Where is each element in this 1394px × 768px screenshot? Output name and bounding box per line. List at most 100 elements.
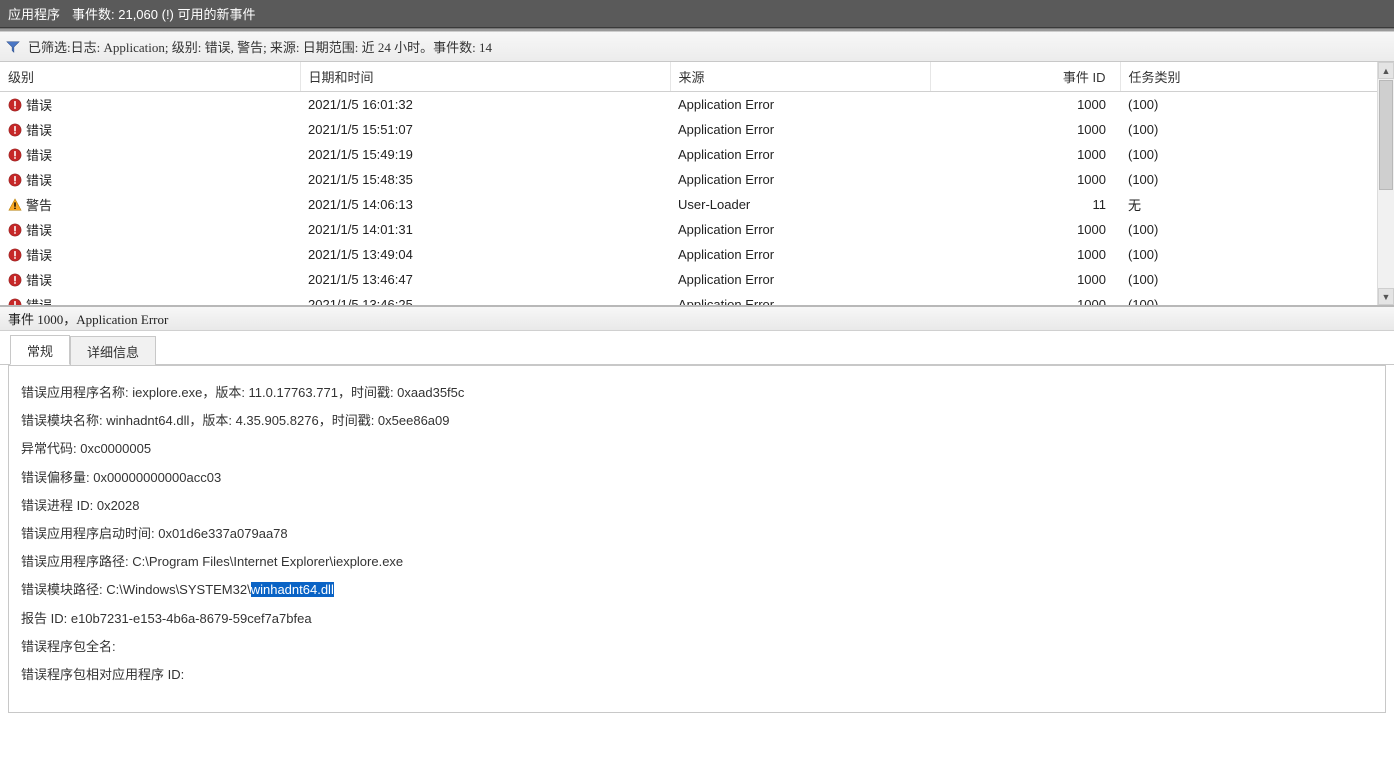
error-icon: [8, 147, 22, 163]
event-level: 错误: [26, 145, 52, 164]
col-header-category[interactable]: 任务类别: [1120, 62, 1394, 92]
event-date: 2021/1/5 13:49:04: [308, 247, 413, 262]
events-table-wrapper: 级别 日期和时间 来源 事件 ID 任务类别 错误 2021/1/5 16:01:…: [0, 62, 1394, 307]
error-icon: [8, 222, 22, 238]
error-icon: [8, 272, 22, 288]
event-category: (100): [1128, 272, 1158, 287]
event-source: Application Error: [678, 222, 774, 237]
filter-bar: 已筛选:日志: Application; 级别: 错误, 警告; 来源: 日期范…: [0, 32, 1394, 62]
events-scrollbar[interactable]: ▲ ▼: [1377, 62, 1394, 305]
event-date: 2021/1/5 15:49:19: [308, 147, 413, 162]
detail-line: 错误模块名称: winhadnt64.dll，版本: 4.35.905.8276…: [21, 412, 1373, 430]
table-row[interactable]: 错误 2021/1/5 13:46:47 Application Error 1000…: [0, 267, 1394, 292]
event-id: 11: [1093, 197, 1107, 212]
event-category: (100): [1128, 247, 1158, 262]
table-row[interactable]: 错误 2021/1/5 16:01:32 Application Error 1000…: [0, 92, 1394, 118]
error-icon: [8, 297, 22, 307]
col-header-date[interactable]: 日期和时间: [300, 62, 670, 92]
event-id: 1000: [1077, 97, 1106, 112]
event-id: 1000: [1077, 247, 1106, 262]
event-category: 无: [1128, 198, 1141, 213]
table-row[interactable]: 错误 2021/1/5 15:49:19 Application Error 1000…: [0, 142, 1394, 167]
detail-line: 错误进程 ID: 0x2028: [21, 497, 1373, 515]
error-icon: [8, 172, 22, 188]
table-row[interactable]: 警告 2021/1/5 14:06:13 User-Loader 11 无: [0, 192, 1394, 217]
detail-module-path-highlight[interactable]: winhadnt64.dll: [251, 582, 334, 597]
log-count: 事件数: 21,060 (!) 可用的新事件: [72, 4, 255, 23]
detail-line: 错误偏移量: 0x00000000000acc03: [21, 469, 1373, 487]
event-source: User-Loader: [678, 197, 750, 212]
scroll-up-button[interactable]: ▲: [1378, 62, 1394, 79]
event-date: 2021/1/5 15:48:35: [308, 172, 413, 187]
detail-header: 事件 1000，Application Error: [0, 307, 1394, 331]
detail-line: 错误应用程序启动时间: 0x01d6e337a079aa78: [21, 525, 1373, 543]
event-level: 错误: [26, 295, 52, 307]
scroll-down-button[interactable]: ▼: [1378, 288, 1394, 305]
tab-general[interactable]: 常规: [10, 335, 70, 365]
event-category: (100): [1128, 172, 1158, 187]
event-date: 2021/1/5 15:51:07: [308, 122, 413, 137]
detail-line: 报告 ID: e10b7231-e153-4b6a-8679-59cef7a7b…: [21, 610, 1373, 628]
event-source: Application Error: [678, 272, 774, 287]
event-source: Application Error: [678, 297, 774, 307]
table-row[interactable]: 错误 2021/1/5 13:46:25 Application Error 1000…: [0, 292, 1394, 307]
events-table: 级别 日期和时间 来源 事件 ID 任务类别 错误 2021/1/5 16:01:…: [0, 62, 1394, 307]
detail-pane: 错误应用程序名称: iexplore.exe，版本: 11.0.17763.77…: [8, 365, 1386, 713]
event-category: (100): [1128, 297, 1158, 307]
event-level: 错误: [26, 245, 52, 264]
detail-line: 错误应用程序路径: C:\Program Files\Internet Expl…: [21, 553, 1373, 571]
detail-line: 异常代码: 0xc0000005: [21, 440, 1373, 458]
table-row[interactable]: 错误 2021/1/5 15:51:07 Application Error 1000…: [0, 117, 1394, 142]
events-header-row[interactable]: 级别 日期和时间 来源 事件 ID 任务类别: [0, 62, 1394, 92]
filter-icon: [6, 40, 20, 54]
event-id: 1000: [1077, 297, 1106, 307]
table-row[interactable]: 错误 2021/1/5 13:49:04 Application Error 1000…: [0, 242, 1394, 267]
event-date: 2021/1/5 14:01:31: [308, 222, 413, 237]
event-id: 1000: [1077, 272, 1106, 287]
event-level: 错误: [26, 95, 52, 114]
table-row[interactable]: 错误 2021/1/5 14:01:31 Application Error 1000…: [0, 217, 1394, 242]
event-id: 1000: [1077, 147, 1106, 162]
event-source: Application Error: [678, 97, 774, 112]
event-source: Application Error: [678, 172, 774, 187]
event-level: 错误: [26, 220, 52, 239]
event-date: 2021/1/5 14:06:13: [308, 197, 413, 212]
detail-line-module-path: 错误模块路径: C:\Windows\SYSTEM32\winhadnt64.d…: [21, 581, 1373, 599]
event-level: 错误: [26, 170, 52, 189]
tab-details[interactable]: 详细信息: [70, 336, 156, 365]
event-level: 警告: [26, 195, 52, 214]
event-source: Application Error: [678, 122, 774, 137]
event-category: (100): [1128, 122, 1158, 137]
event-date: 2021/1/5 13:46:25: [308, 297, 413, 307]
log-title: 应用程序: [8, 4, 60, 23]
detail-line: 错误程序包全名:: [21, 638, 1373, 656]
detail-tabs: 常规 详细信息: [0, 331, 1394, 365]
event-level: 错误: [26, 270, 52, 289]
event-id: 1000: [1077, 222, 1106, 237]
scroll-thumb[interactable]: [1379, 80, 1393, 190]
col-header-level[interactable]: 级别: [0, 62, 300, 92]
detail-header-text: 事件 1000，Application Error: [8, 309, 168, 328]
warning-icon: [8, 197, 22, 213]
event-id: 1000: [1077, 172, 1106, 187]
detail-line: 错误程序包相对应用程序 ID:: [21, 666, 1373, 684]
error-icon: [8, 247, 22, 263]
event-source: Application Error: [678, 247, 774, 262]
table-row[interactable]: 错误 2021/1/5 15:48:35 Application Error 1000…: [0, 167, 1394, 192]
detail-module-path-prefix: 错误模块路径: C:\Windows\SYSTEM32\: [21, 582, 251, 597]
event-id: 1000: [1077, 122, 1106, 137]
detail-line: 错误应用程序名称: iexplore.exe，版本: 11.0.17763.77…: [21, 384, 1373, 402]
event-category: (100): [1128, 97, 1158, 112]
event-source: Application Error: [678, 147, 774, 162]
event-level: 错误: [26, 120, 52, 139]
event-category: (100): [1128, 147, 1158, 162]
event-category: (100): [1128, 222, 1158, 237]
col-header-source[interactable]: 来源: [670, 62, 930, 92]
filter-text: 已筛选:日志: Application; 级别: 错误, 警告; 来源: 日期范…: [28, 37, 492, 56]
error-icon: [8, 97, 22, 113]
log-header-bar: 应用程序 事件数: 21,060 (!) 可用的新事件: [0, 0, 1394, 28]
event-date: 2021/1/5 16:01:32: [308, 97, 413, 112]
error-icon: [8, 122, 22, 138]
col-header-id[interactable]: 事件 ID: [930, 62, 1120, 92]
event-date: 2021/1/5 13:46:47: [308, 272, 413, 287]
